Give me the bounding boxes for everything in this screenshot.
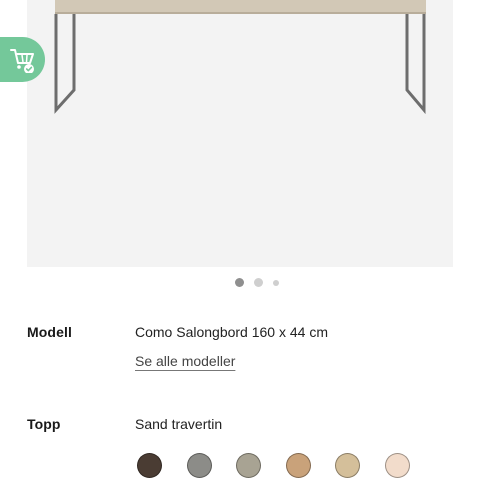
model-label: Modell (27, 324, 72, 340)
table-illustration (54, 0, 426, 115)
table-top (55, 0, 426, 13)
color-swatch-blush[interactable] (384, 453, 410, 478)
model-value: Como Salongbord 160 x 44 cm (135, 324, 328, 340)
color-swatch-sand[interactable] (335, 453, 360, 478)
color-swatch-grey[interactable] (186, 453, 212, 478)
top-value: Sand travertin (135, 416, 223, 432)
color-swatch-dark-brown[interactable] (137, 453, 162, 478)
cart-check-icon (9, 48, 34, 73)
carousel-pagination (0, 278, 480, 288)
color-swatch-oak[interactable] (285, 453, 311, 478)
top-label: Topp (27, 416, 61, 432)
table-leg-right (405, 14, 426, 115)
add-to-cart-button[interactable] (0, 37, 45, 82)
carousel-dot-1[interactable] (235, 278, 244, 287)
see-all-models-link[interactable]: Se alle modeller (135, 353, 235, 369)
color-swatch-greige[interactable] (236, 453, 261, 478)
carousel-dot-2[interactable] (254, 278, 263, 287)
carousel-dot-3[interactable] (273, 280, 279, 286)
table-leg-left (54, 14, 76, 114)
product-image[interactable] (27, 0, 453, 267)
